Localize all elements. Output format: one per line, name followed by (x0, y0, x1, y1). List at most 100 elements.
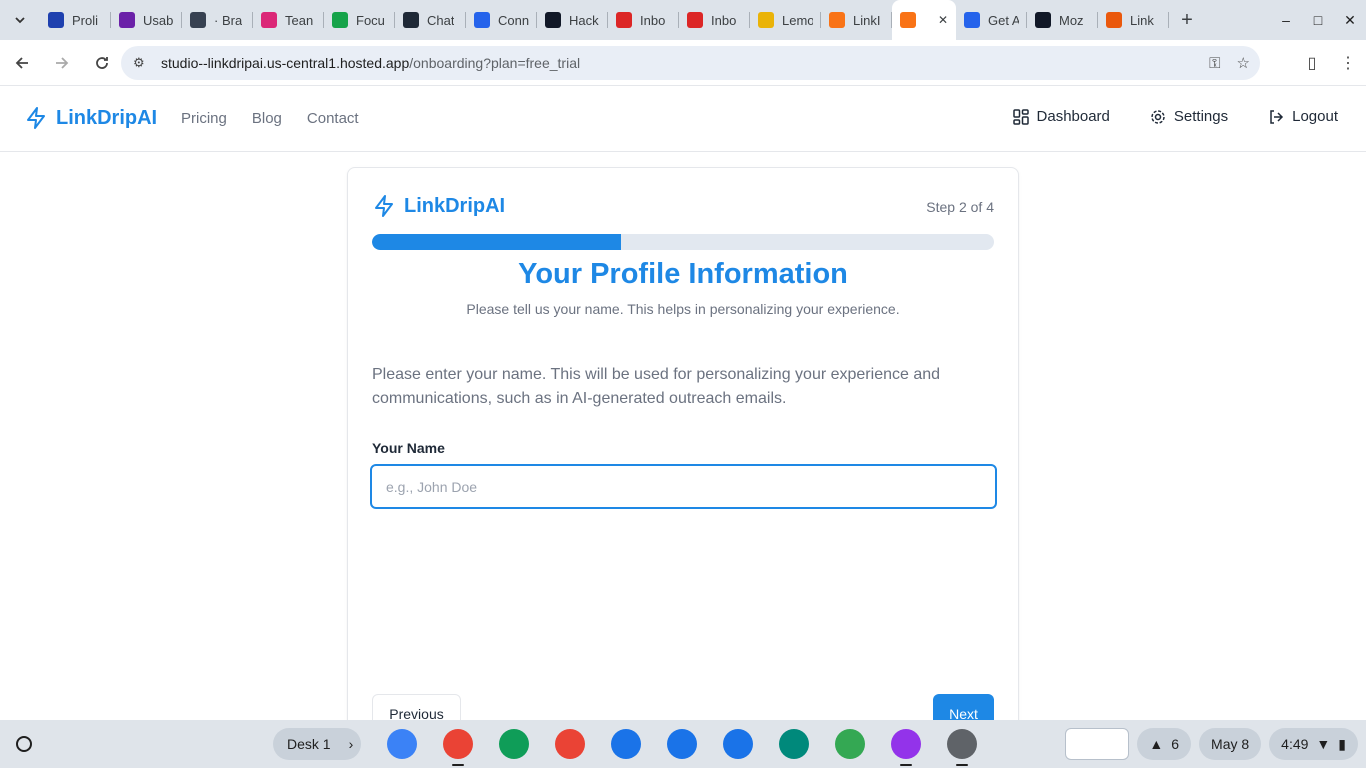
gear-icon (1151, 109, 1165, 124)
gmail-icon (687, 12, 703, 28)
name-input[interactable] (370, 464, 997, 509)
browser-tab[interactable]: Hack (537, 0, 608, 40)
tab-label: Usab (143, 12, 174, 28)
settings-link[interactable]: Settings (1150, 108, 1228, 125)
browser-tab[interactable]: Proli (40, 0, 111, 40)
settings-label: Settings (1173, 108, 1229, 125)
workspace-icon (499, 729, 529, 759)
shelf-app[interactable] (890, 726, 922, 766)
browser-tab[interactable]: ✕ (892, 0, 956, 40)
shelf-app[interactable] (834, 726, 866, 762)
url-host: studio--linkdripai.us-central1.hosted.ap… (161, 55, 410, 71)
tab-list: Proli Usab · Bra Tean Focu Chat Conn Hack Inbo In… (40, 0, 1169, 40)
launcher-button[interactable] (8, 728, 40, 760)
address-bar[interactable]: ⚙ studio--linkdripai.us-central1.hosted.… (121, 46, 1260, 80)
nodes-icon (1106, 12, 1122, 28)
close-tab-icon[interactable]: ✕ (938, 13, 948, 27)
tab-label: Chat (427, 12, 455, 28)
list-icon (119, 12, 135, 28)
browser-tab[interactable]: Usab (111, 0, 182, 40)
tab-label: Focu (356, 12, 385, 28)
app-icon (900, 12, 916, 28)
upload-icon: ▲ (1149, 736, 1164, 752)
menu-icon[interactable]: ⋮ (1330, 53, 1366, 73)
step-indicator: Step 2 of 4 (926, 199, 994, 215)
progress-bar (372, 234, 994, 250)
battery-icon: ▮ (1338, 735, 1346, 752)
name-description: Please enter your name. This will be use… (372, 366, 941, 407)
shelf-app[interactable] (442, 726, 474, 766)
bookmark-star-icon[interactable]: ☆ (1237, 54, 1250, 72)
logout-link[interactable]: Logout (1268, 108, 1338, 125)
screenshot-thumbnail[interactable] (1065, 728, 1130, 760)
card-brand-name: LinkDripAI (404, 194, 506, 217)
nav-link-contact[interactable]: Contact (307, 110, 359, 127)
tab-label: Get A (988, 12, 1019, 28)
bolt-icon (375, 195, 393, 217)
back-button[interactable] (4, 45, 40, 81)
tab-label: Link (1130, 12, 1154, 28)
browser-tab[interactable]: Link (1098, 0, 1169, 40)
tab-label: Proli (72, 12, 99, 28)
firebase-icon (829, 12, 845, 28)
status-area[interactable]: 4:49 ▼ ▮ (1269, 728, 1358, 760)
shelf-app[interactable] (498, 726, 530, 762)
reload-button[interactable] (84, 45, 120, 81)
nav-link-blog[interactable]: Blog (252, 110, 282, 127)
tab-label: Moz (1059, 12, 1084, 28)
nav-right: Dashboard Settings Logout (1012, 108, 1338, 125)
tab-label: Conn (498, 12, 529, 28)
notification-count: 6 (1171, 736, 1180, 752)
b-icon (545, 12, 561, 28)
running-indicator (900, 764, 912, 766)
lemon-icon (758, 12, 774, 28)
shelf-app[interactable] (946, 726, 978, 766)
close-window-icon[interactable]: ✕ (1334, 12, 1366, 29)
meet-icon (779, 729, 809, 759)
browser-tab[interactable]: Get A (956, 0, 1027, 40)
tab-label: · Bra (214, 12, 243, 28)
browser-tab[interactable]: Chat (395, 0, 466, 40)
date-pill[interactable]: May 8 (1199, 728, 1262, 760)
page-subtitle: Please tell us your name. This helps in … (466, 301, 900, 317)
brand-logo[interactable]: LinkDripAI (24, 106, 157, 130)
tab-search-button[interactable] (0, 0, 40, 40)
browser-tab[interactable]: Moz (1027, 0, 1098, 40)
nav-link-pricing[interactable]: Pricing (181, 110, 227, 127)
browser-tab[interactable]: Inbo (608, 0, 679, 40)
desk-button[interactable]: Desk 1 › (273, 728, 361, 760)
browser-tab[interactable]: LinkI (821, 0, 892, 40)
extensions-icon[interactable]: ▯ (1294, 53, 1330, 73)
maximize-icon[interactable]: □ (1302, 12, 1334, 28)
butterfly-icon (964, 12, 980, 28)
waves-icon (48, 12, 64, 28)
browser-tab[interactable]: Tean (253, 0, 324, 40)
chevron-right-icon: › (348, 736, 354, 752)
desk-label: Desk 1 (287, 736, 331, 752)
forward-button[interactable] (44, 45, 80, 81)
new-tab-button[interactable]: + (1169, 0, 1205, 40)
key-icon[interactable]: ⚿ (1209, 55, 1220, 72)
browser-tab[interactable]: Focu (324, 0, 395, 40)
site-info-icon[interactable]: ⚙ (133, 55, 157, 71)
browser-tab[interactable]: Inbo (679, 0, 750, 40)
app-header: LinkDripAI Pricing Blog Contact Dashboard … (0, 86, 1366, 152)
minimize-icon[interactable]: – (1270, 12, 1302, 28)
shelf-app[interactable] (554, 726, 586, 762)
browser-tab[interactable]: Lemo (750, 0, 821, 40)
url-path: /onboarding?plan=free_trial (409, 55, 581, 71)
page-title: Your Profile Information (518, 258, 848, 290)
browser-tab[interactable]: Conn (466, 0, 537, 40)
shelf-app[interactable] (722, 726, 754, 762)
messages-icon (723, 729, 753, 759)
shelf-app[interactable] (610, 726, 642, 762)
shelf-app[interactable] (666, 726, 698, 762)
dashboard-link[interactable]: Dashboard (1012, 108, 1110, 125)
tab-label: Inbo (640, 12, 666, 28)
shelf-app[interactable] (778, 726, 810, 762)
browser-tab[interactable]: · Bra (182, 0, 253, 40)
notification-pill[interactable]: ▲ 6 (1137, 728, 1192, 760)
shelf-app[interactable] (386, 726, 418, 762)
card-brand: LinkDripAI (372, 194, 505, 218)
settings-icon (947, 729, 977, 759)
